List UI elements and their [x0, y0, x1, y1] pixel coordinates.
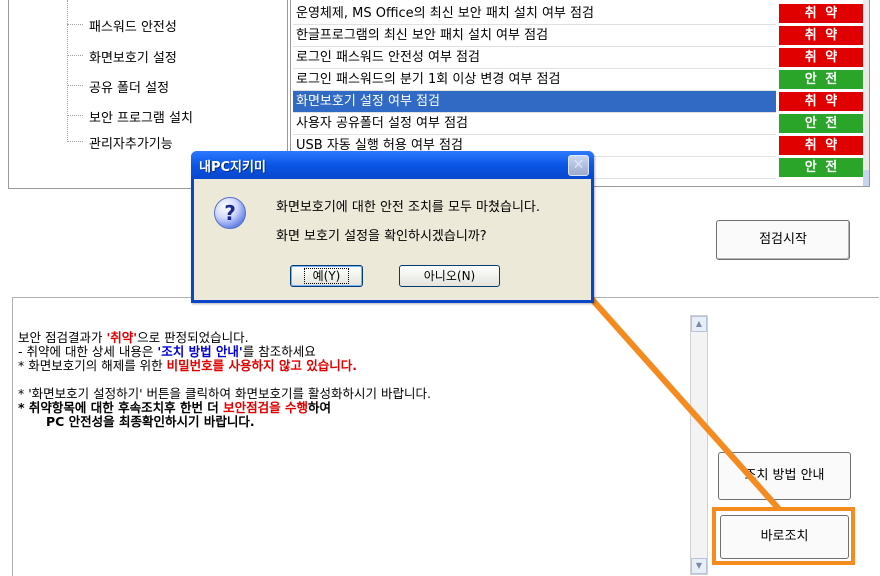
tree-item-shared-folder[interactable]: 공유 폴더 설정 — [67, 75, 277, 96]
tree-item-label: 공유 폴더 설정 — [89, 81, 170, 96]
tree-item-label: 관리자추가기능 — [89, 137, 173, 152]
fix-button-highlight: 바로조치 — [712, 507, 855, 565]
status-badge: 안 전 — [779, 158, 865, 177]
check-title: 한글프로그램의 최신 보안 패치 설치 여부 점검 — [293, 25, 776, 47]
check-row[interactable]: 로그인 패스워드의 분기 1회 이상 변경 여부 점검 안 전 — [291, 69, 865, 91]
check-title: 사용자 공유폴더 설정 여부 점검 — [293, 113, 776, 135]
status-badge: 취 약 — [779, 4, 865, 23]
tree-item-password-safety[interactable]: 패스워드 안전성 — [67, 14, 277, 35]
tree-item-admin-features[interactable]: 관리자추가기능 — [67, 131, 277, 152]
status-badge: 안 전 — [779, 114, 865, 133]
dialog-message-1: 화면보호기에 대한 안전 조치를 모두 마쳤습니다. — [276, 200, 540, 215]
status-badge: 취 약 — [779, 26, 865, 45]
check-title: 로그인 패스워드의 분기 1회 이상 변경 여부 점검 — [293, 69, 776, 91]
check-row[interactable]: 한글프로그램의 최신 보안 패치 설치 여부 점검 취 약 — [291, 25, 865, 47]
question-icon: ? — [214, 197, 246, 229]
check-title: 화면보호기 설정 여부 점검 — [293, 91, 776, 113]
tree-item-screensaver[interactable]: 화면보호기 설정 — [67, 45, 277, 66]
confirm-dialog: 내PC지키미 ✕ ? 화면보호기에 대한 안전 조치를 모두 마쳤습니다. 화면… — [191, 151, 594, 303]
scroll-up-icon[interactable]: ▲ — [691, 316, 707, 332]
fix-guide-button[interactable]: 조치 방법 안내 — [718, 452, 851, 500]
yes-button[interactable]: 예(Y) — [290, 265, 363, 287]
check-row[interactable]: 로그인 패스워드 안전성 여부 점검 취 약 — [291, 47, 865, 69]
check-row[interactable]: 사용자 공유폴더 설정 여부 점검 안 전 — [291, 113, 865, 135]
dialog-titlebar[interactable]: 내PC지키미 ✕ — [191, 151, 594, 179]
scroll-down-icon[interactable] — [863, 170, 869, 186]
status-badge: 취 약 — [779, 136, 865, 155]
list-scrollbar[interactable] — [863, 0, 869, 186]
result-scrollbar[interactable]: ▲ ▼ — [690, 315, 708, 575]
check-row-selected[interactable]: 화면보호기 설정 여부 점검 취 약 — [291, 91, 865, 113]
scroll-down-icon[interactable]: ▼ — [691, 558, 707, 574]
check-title: 운영체제, MS Office의 최신 보안 패치 설치 여부 점검 — [293, 3, 776, 25]
status-badge: 취 약 — [779, 48, 865, 67]
tree-item-label: 패스워드 안전성 — [89, 20, 177, 35]
check-title: 로그인 패스워드 안전성 여부 점검 — [293, 47, 776, 69]
check-row[interactable]: 운영체제, MS Office의 최신 보안 패치 설치 여부 점검 취 약 — [291, 3, 865, 25]
tree-item-label: 보안 프로그램 설치 — [89, 111, 193, 126]
dialog-body: ? 화면보호기에 대한 안전 조치를 모두 마쳤습니다. 화면 보호기 설정을 … — [194, 179, 591, 300]
dialog-message-2: 화면 보호기 설정을 확인하시겠습니까? — [276, 229, 487, 244]
dialog-title: 내PC지키미 — [199, 160, 266, 175]
result-text: 보안 점검결과가 '취약'으로 판정되었습니다. - 취약에 대한 상세 내용은… — [18, 330, 431, 429]
start-check-button[interactable]: 점검시작 — [716, 220, 850, 260]
status-badge: 취 약 — [779, 92, 865, 111]
close-icon[interactable]: ✕ — [568, 155, 589, 176]
fix-now-button[interactable]: 바로조치 — [720, 515, 849, 559]
status-badge: 안 전 — [779, 70, 865, 89]
no-button[interactable]: 아니오(N) — [399, 265, 500, 287]
tree-item-label: 화면보호기 설정 — [89, 51, 177, 66]
tree-item-security-program[interactable]: 보안 프로그램 설치 — [67, 105, 277, 126]
